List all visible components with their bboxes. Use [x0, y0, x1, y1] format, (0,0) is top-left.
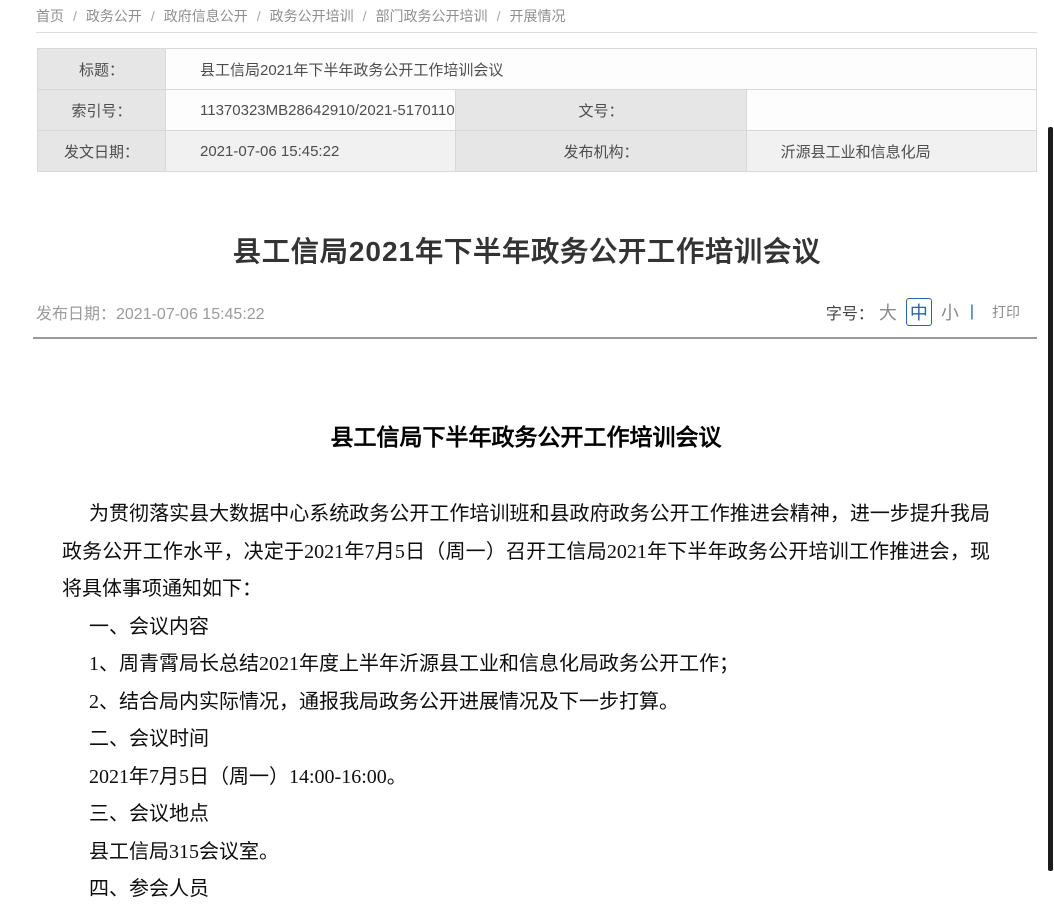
article-paragraph: 三、会议地点: [62, 796, 990, 834]
breadcrumb-label[interactable]: 部门政务公开培训: [376, 6, 488, 26]
separator-bar: |: [970, 303, 974, 321]
breadcrumb-item[interactable]: 部门政务公开培训 /: [376, 6, 510, 26]
publish-date: 发布日期：2021-07-06 15:45:22: [36, 300, 265, 324]
article-paragraph: 2、结合局内实际情况，通报我局政务公开进展情况及下一步打算。: [62, 684, 990, 722]
document-meta-table: 标题： 县工信局2021年下半年政务公开工作培训会议 索引号： 11370323…: [37, 48, 1037, 172]
breadcrumb-separator: /: [73, 8, 77, 24]
meta-index-value: 11370323MB28642910/2021-5170110: [166, 90, 456, 131]
breadcrumb-item[interactable]: 政务公开培训 /: [270, 6, 376, 26]
article-paragraph: 1、周青霄局长总结2021年度上半年沂源县工业和信息化局政务公开工作；: [62, 646, 990, 684]
font-size-large-button[interactable]: 大: [879, 299, 897, 325]
page: 首页 / 政务公开 / 政府信息公开 / 政务公开培训 / 部门政务公开培训 /: [0, 0, 1054, 907]
breadcrumb-separator: /: [497, 8, 501, 24]
breadcrumb-label[interactable]: 开展情况: [509, 6, 565, 26]
font-size-controls: 字号： 大 中 小 | 打印: [826, 298, 1020, 326]
article-body: 为贯彻落实县大数据中心系统政务公开工作培训班和县政府政务公开工作推进会精神，进一…: [62, 496, 990, 907]
breadcrumb-label[interactable]: 政务公开培训: [270, 6, 354, 26]
breadcrumb-separator: /: [363, 8, 367, 24]
meta-title-value: 县工信局2021年下半年政务公开工作培训会议: [166, 49, 1037, 90]
article-paragraph: 二、会议时间: [62, 721, 990, 759]
breadcrumb-item[interactable]: 开展情况 /: [509, 6, 565, 26]
font-size-label: 字号：: [826, 300, 874, 324]
font-size-medium-button[interactable]: 中: [906, 298, 932, 326]
meta-title-label: 标题：: [38, 49, 166, 90]
article-meta-bar: 发布日期：2021-07-06 15:45:22 字号： 大 中 小 | 打印: [36, 298, 1020, 326]
article: 县工信局下半年政务公开工作培训会议 为贯彻落实县大数据中心系统政务公开工作培训班…: [62, 424, 990, 907]
header-divider: [33, 337, 1037, 339]
breadcrumb-label[interactable]: 政府信息公开: [164, 6, 248, 26]
table-row: 标题： 县工信局2021年下半年政务公开工作培训会议: [38, 49, 1037, 90]
meta-index-label: 索引号：: [38, 90, 166, 131]
article-paragraph: 为贯彻落实县大数据中心系统政务公开工作培训班和县政府政务公开工作推进会精神，进一…: [62, 496, 990, 609]
breadcrumb-item[interactable]: 政务公开 /: [86, 6, 164, 26]
breadcrumb-item[interactable]: 首页 /: [36, 6, 86, 26]
breadcrumb: 首页 / 政务公开 / 政府信息公开 / 政务公开培训 / 部门政务公开培训 /: [36, 6, 565, 26]
meta-docnum-label: 文号：: [456, 90, 746, 131]
article-paragraph: 一、会议内容: [62, 609, 990, 647]
breadcrumb-divider: [36, 32, 1037, 33]
article-paragraph: 四、参会人员: [62, 871, 990, 907]
page-title: 县工信局2021年下半年政务公开工作培训会议: [0, 230, 1054, 270]
table-row: 发文日期： 2021-07-06 15:45:22 发布机构： 沂源县工业和信息…: [38, 131, 1037, 172]
breadcrumb-separator: /: [151, 8, 155, 24]
breadcrumb-label[interactable]: 首页: [36, 6, 64, 26]
meta-agency-label: 发布机构：: [456, 131, 746, 172]
article-paragraph: 县工信局315会议室。: [62, 834, 990, 872]
meta-docnum-value: [746, 90, 1036, 131]
breadcrumb-separator: /: [257, 8, 261, 24]
article-paragraph: 2021年7月5日（周一）14:00-16:00。: [62, 759, 990, 797]
font-size-small-button[interactable]: 小: [941, 299, 959, 325]
meta-agency-value: 沂源县工业和信息化局: [746, 131, 1036, 172]
article-body-title: 县工信局下半年政务公开工作培训会议: [62, 424, 990, 452]
scrollbar-thumb[interactable]: [1048, 127, 1053, 871]
breadcrumb-label[interactable]: 政务公开: [86, 6, 142, 26]
meta-date-label: 发文日期：: [38, 131, 166, 172]
breadcrumb-item[interactable]: 政府信息公开 /: [164, 6, 270, 26]
table-row: 索引号： 11370323MB28642910/2021-5170110 文号：: [38, 90, 1037, 131]
print-button[interactable]: 打印: [992, 302, 1020, 322]
meta-date-value: 2021-07-06 15:45:22: [166, 131, 456, 172]
